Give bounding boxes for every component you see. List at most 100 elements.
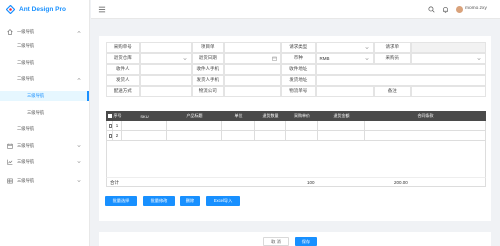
sidebar-item-level1[interactable]: 一级导航 xyxy=(0,27,89,37)
sidebar-item-label: 二级导航 xyxy=(17,60,35,65)
totals-amount: 200.00 xyxy=(394,180,408,185)
sidebar-item-label: 三级导航 xyxy=(17,159,35,164)
send-address-input[interactable] xyxy=(315,74,486,86)
menu-fold-icon[interactable] xyxy=(98,6,106,13)
approval-no-input[interactable] xyxy=(223,41,281,53)
field-label: 项目单 xyxy=(191,41,224,53)
unit-cell[interactable] xyxy=(222,121,255,131)
username[interactable]: momo.zxy xyxy=(465,6,487,11)
purchase-no-input[interactable] xyxy=(139,41,192,53)
return-items-table: 序号 SKU 产品标题 单位 退货数量 采购单价 退货金额 合同条款 1 2 xyxy=(106,111,486,141)
form-row: 收件人 收件人手机 收件地址 xyxy=(105,63,486,75)
purchaser-select[interactable] xyxy=(410,52,486,64)
column-header: 退货金额 xyxy=(333,113,350,118)
excel-import-button[interactable]: Excel导入 xyxy=(206,196,240,206)
sidebar-item-level2[interactable]: 二级导航 xyxy=(0,74,89,84)
bell-icon[interactable] xyxy=(442,6,449,13)
sidebar-item-label: 三级导航 xyxy=(17,143,35,148)
title-cell[interactable] xyxy=(167,121,222,131)
field-label: 物流公司 xyxy=(191,85,224,97)
return-date-picker[interactable] xyxy=(223,52,281,64)
unit-cell[interactable] xyxy=(222,131,255,141)
row-checkbox[interactable] xyxy=(108,123,112,128)
table-icon xyxy=(7,178,13,184)
form-row: 配送方式 物流公司 物流单号 备注 xyxy=(105,85,486,97)
chevron-down-icon xyxy=(365,46,369,49)
logo[interactable]: Ant Design Pro xyxy=(0,0,89,19)
tracking-no-input[interactable] xyxy=(315,85,374,97)
sidebar-item-level3-active[interactable]: 三级导航 xyxy=(0,91,89,101)
sku-cell[interactable] xyxy=(122,121,167,131)
field-label: 请求类型 xyxy=(280,41,316,53)
chevron-down-icon xyxy=(77,161,81,164)
receiver-input[interactable] xyxy=(139,63,192,75)
title-cell[interactable] xyxy=(167,131,222,141)
terms-cell[interactable] xyxy=(365,131,486,141)
receiver-phone-input[interactable] xyxy=(223,63,281,75)
form-row: 发货人 发货人手机 发货地址 xyxy=(105,74,486,86)
avatar[interactable] xyxy=(456,6,463,13)
field-label: 采购员 xyxy=(373,52,411,64)
price-cell[interactable] xyxy=(286,131,318,141)
ship-method-input[interactable] xyxy=(139,85,192,97)
field-label: 退货仓库 xyxy=(105,52,140,64)
sidebar-item-level3[interactable]: 三级导航 xyxy=(0,108,89,118)
table-totals-row: 合计 100 200.00 xyxy=(106,177,486,187)
remark-input[interactable] xyxy=(410,85,486,97)
calendar-icon xyxy=(272,56,277,61)
terms-cell[interactable] xyxy=(365,121,486,131)
field-label: 收件人手机 xyxy=(191,63,224,75)
price-cell[interactable] xyxy=(286,121,318,131)
sku-cell[interactable] xyxy=(122,131,167,141)
chevron-down-icon xyxy=(365,57,369,60)
qty-cell[interactable] xyxy=(255,121,286,131)
amount-cell[interactable] xyxy=(318,131,365,141)
sidebar-item-level2[interactable]: 二级导航 xyxy=(0,41,89,51)
sidebar-item-level3[interactable]: 三级导航 xyxy=(0,157,89,167)
row-index: 2 xyxy=(113,131,122,141)
sidebar-item-label: 三级导航 xyxy=(27,110,45,115)
sender-input[interactable] xyxy=(139,74,192,86)
row-select-cell[interactable] xyxy=(106,131,113,141)
table-row[interactable]: 1 xyxy=(106,121,486,131)
sidebar-item-level2[interactable]: 二级导航 xyxy=(0,124,89,134)
sidebar-item-level3[interactable]: 三级导航 xyxy=(0,141,89,151)
currency-value: RMB xyxy=(319,55,330,61)
sender-phone-input[interactable] xyxy=(223,74,281,86)
table-header: 序号 SKU 产品标题 单位 退货数量 采购单价 退货金额 合同条款 xyxy=(106,111,486,121)
currency-select[interactable]: RMB xyxy=(315,52,374,64)
table-row[interactable]: 2 xyxy=(106,131,486,141)
qty-cell[interactable] xyxy=(255,131,286,141)
select-all-checkbox[interactable] xyxy=(108,114,113,118)
warehouse-select[interactable] xyxy=(139,52,192,64)
batch-select-button[interactable]: 批量选择 xyxy=(105,196,137,206)
save-button[interactable]: 保存 xyxy=(295,237,317,246)
top-header: momo.zxy xyxy=(91,0,500,19)
form-row: 采购单号 项目单 请求类型 请求单 xyxy=(105,41,486,53)
sidebar-item-level2[interactable]: 二级导航 xyxy=(0,58,89,68)
field-label: 配送方式 xyxy=(105,85,140,97)
sidebar: Ant Design Pro 一级导航 二级导航 二级导航 二级导航 三级导航 … xyxy=(0,0,90,246)
totals-quantity: 100 xyxy=(307,180,315,185)
row-select-cell[interactable] xyxy=(106,121,113,131)
cancel-button[interactable]: 取 消 xyxy=(263,237,289,246)
sidebar-item-level3[interactable]: 三级导航 xyxy=(0,176,89,186)
table-empty-area xyxy=(106,141,486,177)
home-icon xyxy=(7,29,13,35)
field-label: 发货人 xyxy=(105,74,140,86)
select-all-cell[interactable] xyxy=(106,111,113,121)
logistics-company-input[interactable] xyxy=(223,85,281,97)
sidebar-item-label: 三级导航 xyxy=(27,93,45,98)
delete-button[interactable]: 删除 xyxy=(180,196,200,206)
row-index: 1 xyxy=(113,121,122,131)
column-header: 序号 xyxy=(113,113,122,118)
field-label: 币种 xyxy=(280,52,316,64)
search-icon[interactable] xyxy=(428,6,435,13)
request-type-select[interactable] xyxy=(315,41,374,53)
amount-cell[interactable] xyxy=(318,121,365,131)
receive-address-input[interactable] xyxy=(315,63,486,75)
field-label: 发货地址 xyxy=(280,74,316,86)
row-checkbox[interactable] xyxy=(108,133,112,138)
batch-edit-button[interactable]: 批量修改 xyxy=(143,196,175,206)
app-title: Ant Design Pro xyxy=(19,6,66,13)
